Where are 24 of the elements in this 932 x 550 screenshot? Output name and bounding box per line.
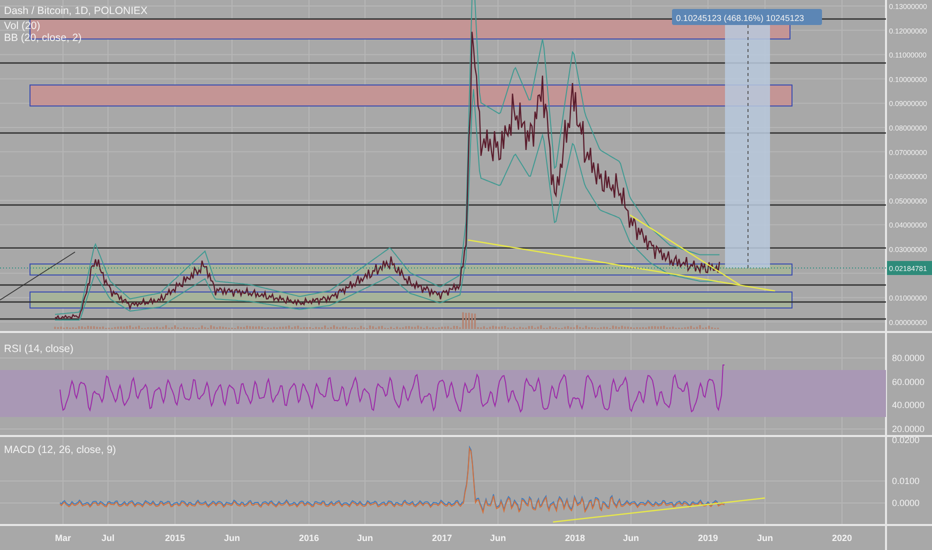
time-axis-label: 2020 [832,533,852,543]
time-axis-label: 2017 [432,533,452,543]
time-axis-label: 2016 [298,533,320,543]
time-axis-label: Jun [757,533,773,543]
time-axis-label: Jun [490,533,506,543]
time-axis-label: Jun [224,533,240,543]
rsi-axis-label: 40.0000 [892,400,925,410]
macd-axis-label: 0.0200 [892,435,920,445]
rsi-axis-label: 80.0000 [892,353,925,363]
time-axis-label: Jun [357,533,373,543]
time-axis-label: 2018 [564,533,586,543]
macd-axis-label: 0.0000 [892,498,920,508]
chart-title: Dash / Bitcoin, 1D, POLONIEX [4,5,148,17]
macd-axis-label: 0.0100 [892,476,920,486]
time-axis-label: Mar [55,533,71,543]
time-axis-label: 2019 [698,533,718,543]
time-axis-label: Jun [623,533,639,543]
time-axis-label: Jul [102,533,114,543]
rsi-title: RSI (14, close) [4,343,74,355]
time-axis-label: 2015 [164,533,186,543]
rsi-axis-label: 20.0000 [892,424,925,434]
macd-title: MACD (12, 26, close, 9) [4,444,116,456]
measure-badge: 0.10245123 (468.16%) 10245123 [672,9,822,25]
rsi-axis-label: 60.0000 [892,377,925,387]
